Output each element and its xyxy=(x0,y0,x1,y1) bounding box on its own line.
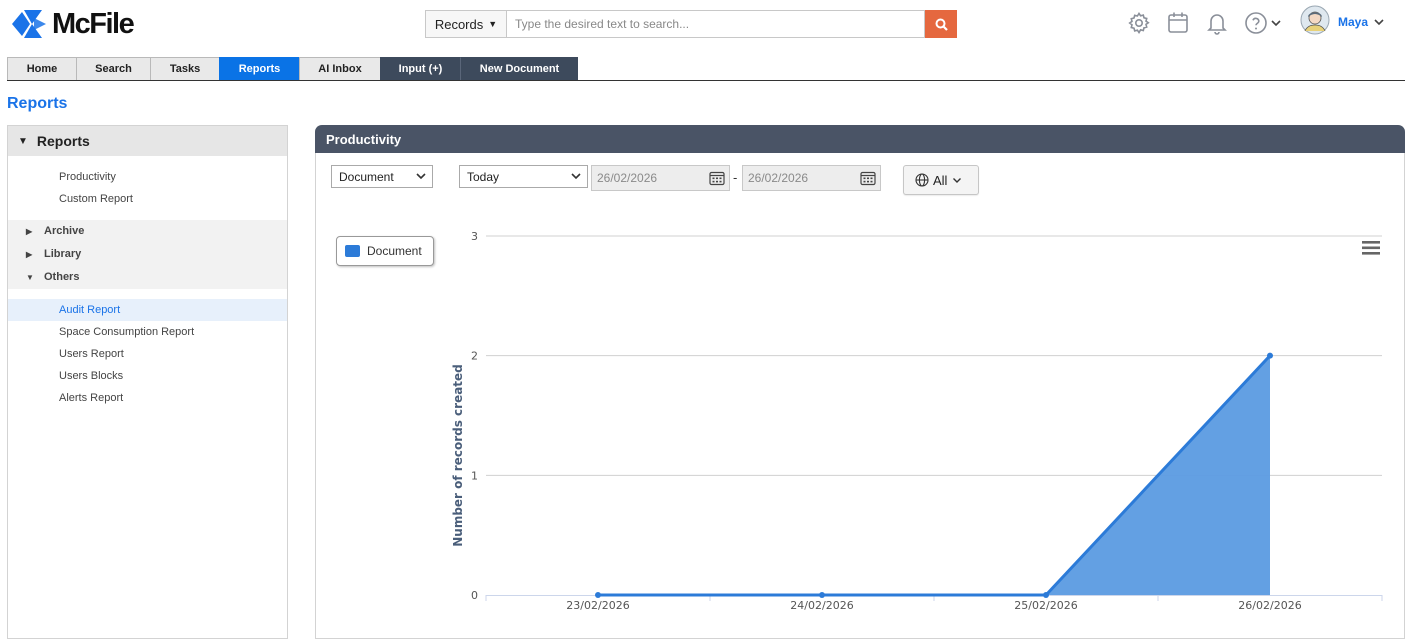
search-icon xyxy=(935,18,948,31)
sidebar-group-library[interactable]: ▶ Library xyxy=(26,248,81,260)
calendar-icon xyxy=(1168,12,1188,33)
legend-swatch xyxy=(345,245,360,257)
sidebar-group-archive[interactable]: ▶ Archive xyxy=(26,225,84,237)
triangle-down-icon: ▼ xyxy=(26,273,34,282)
logo-icon xyxy=(12,10,46,38)
tab-input[interactable]: Input (+) xyxy=(380,57,461,81)
tab-new-document[interactable]: New Document xyxy=(461,57,578,81)
productivity-panel: Productivity xyxy=(315,125,1405,639)
chevron-down-icon xyxy=(571,173,581,180)
search-button[interactable] xyxy=(925,10,957,38)
sidebar-item-users-blocks[interactable]: Users Blocks xyxy=(59,370,123,382)
settings-button[interactable] xyxy=(1127,9,1151,37)
sidebar-header-label: Reports xyxy=(36,133,90,149)
calendar-button[interactable] xyxy=(1167,9,1189,37)
tab-tasks[interactable]: Tasks xyxy=(150,57,219,81)
sidebar-group-label: Archive xyxy=(44,225,85,237)
date-to-value: 26/02/2026 xyxy=(748,171,809,185)
period-select[interactable]: Today xyxy=(459,165,588,188)
app-name: McFile xyxy=(52,7,135,40)
triangle-down-icon: ▼ xyxy=(18,135,28,147)
calendar-icon[interactable] xyxy=(709,170,725,186)
sidebar: ▼ Reports Productivity Custom Report ▶ Ar… xyxy=(7,125,288,639)
help-icon xyxy=(1245,12,1267,34)
notifications-button[interactable] xyxy=(1206,9,1228,37)
avatar-icon xyxy=(1300,5,1330,35)
bell-icon xyxy=(1207,14,1227,35)
date-to-field[interactable]: 26/02/2026 xyxy=(742,165,881,191)
page-title: Reports xyxy=(7,95,68,112)
date-from-field[interactable]: 26/02/2026 xyxy=(591,165,730,191)
document-type-select[interactable]: Document xyxy=(331,165,433,188)
legend-label: Document xyxy=(367,244,422,258)
tab-ai-inbox[interactable]: AI Inbox xyxy=(299,57,380,81)
globe-icon xyxy=(915,173,929,187)
user-avatar[interactable] xyxy=(1300,5,1330,35)
chart-menu-icon[interactable] xyxy=(1362,241,1380,255)
date-from-value: 26/02/2026 xyxy=(597,171,658,185)
chevron-down-icon xyxy=(1271,20,1281,27)
chevron-down-icon[interactable] xyxy=(1374,18,1384,26)
triangle-right-icon: ▶ xyxy=(26,250,33,259)
main-nav: Home Search Tasks Reports AI Inbox Input… xyxy=(7,57,578,81)
search-scope-dropdown[interactable]: Records ▼ xyxy=(425,10,507,38)
document-type-value: Document xyxy=(339,169,394,184)
chart-legend[interactable]: Document xyxy=(336,236,434,266)
panel-title: Productivity xyxy=(315,125,1405,153)
sidebar-item-custom-report[interactable]: Custom Report xyxy=(59,193,133,205)
sidebar-group-label: Library xyxy=(44,248,82,260)
tab-reports[interactable]: Reports xyxy=(219,57,299,81)
app-logo[interactable]: McFile xyxy=(12,7,135,40)
caret-down-icon: ▼ xyxy=(488,19,498,29)
sidebar-group-others[interactable]: ▼ Others xyxy=(26,271,79,283)
sidebar-item-audit-report[interactable]: Audit Report xyxy=(59,304,120,316)
triangle-right-icon: ▶ xyxy=(26,227,33,236)
tab-home[interactable]: Home xyxy=(7,57,76,81)
tab-search[interactable]: Search xyxy=(76,57,150,81)
scope-value: All xyxy=(933,172,948,188)
sidebar-header[interactable]: ▼ Reports xyxy=(8,126,287,156)
sidebar-item-users-report[interactable]: Users Report xyxy=(59,348,124,360)
sidebar-group-list: ▶ Archive ▶ Library ▼ Others xyxy=(8,220,287,289)
sidebar-item-alerts-report[interactable]: Alerts Report xyxy=(59,392,123,404)
period-value: Today xyxy=(467,169,500,184)
search-bar: Records ▼ xyxy=(425,10,957,38)
sidebar-active-highlight xyxy=(8,299,287,321)
user-name[interactable]: Maya xyxy=(1338,15,1368,29)
date-range-separator: - xyxy=(733,170,738,185)
gear-icon xyxy=(1128,12,1150,34)
search-input[interactable] xyxy=(507,10,925,38)
sidebar-item-productivity[interactable]: Productivity xyxy=(59,171,116,183)
help-menu[interactable] xyxy=(1244,9,1281,37)
chevron-down-icon xyxy=(416,173,426,180)
scope-all-button[interactable]: All xyxy=(903,165,979,195)
calendar-icon[interactable] xyxy=(860,170,876,186)
chevron-down-icon xyxy=(953,178,962,183)
search-scope-label: Records xyxy=(434,16,484,32)
nav-divider xyxy=(7,80,1405,81)
sidebar-item-space-consumption-report[interactable]: Space Consumption Report xyxy=(59,326,194,338)
sidebar-group-label: Others xyxy=(44,271,80,283)
